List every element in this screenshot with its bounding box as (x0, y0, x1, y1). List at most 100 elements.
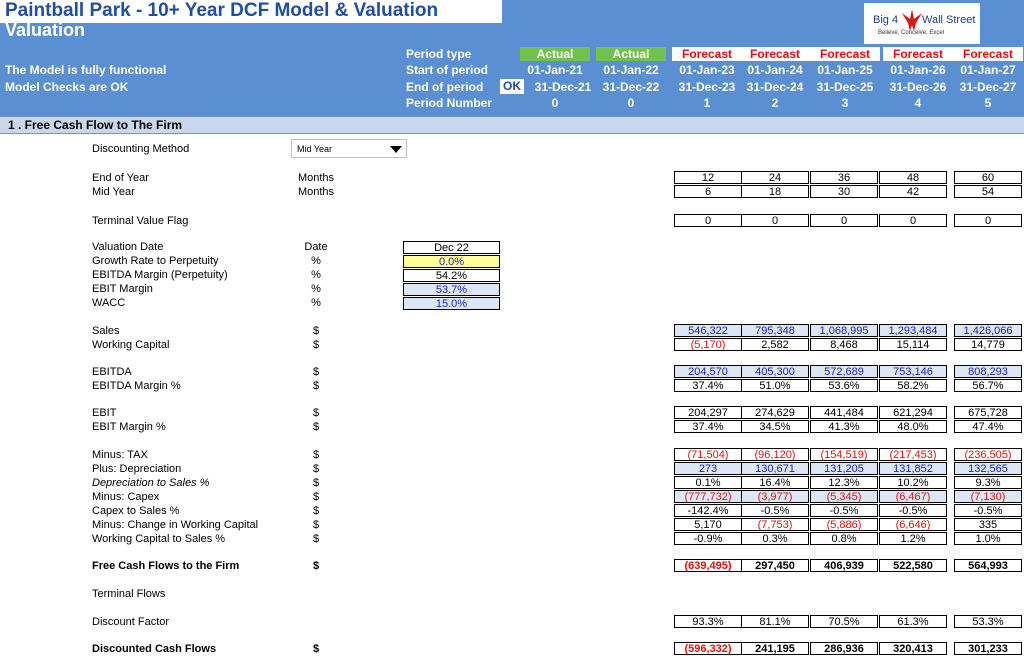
grid-cell[interactable]: 241,195 (741, 642, 809, 655)
grid-cell[interactable]: 41.3% (810, 420, 878, 433)
grid-cell[interactable]: 406,939 (810, 559, 878, 572)
grid-cell[interactable]: 53.6% (810, 379, 878, 392)
grid-cell[interactable]: 1.2% (879, 532, 947, 545)
grid-cell[interactable]: 10.2% (879, 476, 947, 489)
grid-cell[interactable]: 204,297 (674, 406, 742, 419)
grid-cell[interactable]: (217,453) (879, 448, 947, 461)
grid-cell[interactable]: 58.2% (879, 379, 947, 392)
grid-cell[interactable]: 130,671 (741, 462, 809, 475)
grid-cell[interactable]: 30 (810, 185, 878, 198)
grid-cell[interactable]: 753,146 (879, 365, 947, 378)
grid-cell[interactable]: 60 (954, 171, 1022, 184)
grid-cell[interactable]: 9.3% (954, 476, 1022, 489)
grid-cell[interactable]: 18 (741, 185, 809, 198)
grid-cell[interactable]: 24 (741, 171, 809, 184)
grid-cell[interactable]: (5,886) (810, 518, 878, 531)
grid-cell[interactable]: 286,936 (810, 642, 878, 655)
grid-cell[interactable]: 1,426,066 (954, 324, 1022, 337)
grid-cell[interactable]: (596,332) (674, 642, 742, 655)
grid-cell[interactable]: -0.5% (879, 504, 947, 517)
grid-cell[interactable]: 14,779 (954, 338, 1022, 351)
grid-cell[interactable]: 61.3% (879, 615, 947, 628)
grid-cell[interactable]: -0.9% (674, 532, 742, 545)
grid-cell[interactable]: (6,646) (879, 518, 947, 531)
grid-cell[interactable]: 0 (741, 214, 809, 227)
grid-cell[interactable]: 37.4% (674, 420, 742, 433)
grid-cell[interactable]: (236,505) (954, 448, 1022, 461)
chevron-down-icon[interactable] (390, 146, 402, 153)
grid-cell[interactable]: 1,293,484 (879, 324, 947, 337)
grid-cell[interactable]: 621,294 (879, 406, 947, 419)
grid-cell[interactable]: 56.7% (954, 379, 1022, 392)
grid-cell[interactable]: 131,852 (879, 462, 947, 475)
grid-cell[interactable]: (7,130) (954, 490, 1022, 503)
grid-cell[interactable]: 54 (954, 185, 1022, 198)
grid-cell[interactable]: 48 (879, 171, 947, 184)
grid-cell[interactable]: 81.1% (741, 615, 809, 628)
discounting-method-dropdown[interactable]: Mid Year (291, 139, 407, 158)
grid-cell[interactable]: 1,068,995 (810, 324, 878, 337)
grid-cell[interactable]: (6,467) (879, 490, 947, 503)
grid-cell[interactable]: 0.3% (741, 532, 809, 545)
grid-cell[interactable]: 297,450 (741, 559, 809, 572)
grid-cell[interactable]: 572,689 (810, 365, 878, 378)
grid-cell[interactable]: 132,565 (954, 462, 1022, 475)
grid-cell[interactable]: 795,348 (741, 324, 809, 337)
grid-cell[interactable]: 0 (674, 214, 742, 227)
grid-cell[interactable]: 441,484 (810, 406, 878, 419)
grid-cell[interactable]: -0.5% (810, 504, 878, 517)
grid-cell[interactable]: 522,580 (879, 559, 947, 572)
grid-cell[interactable]: (96,120) (741, 448, 809, 461)
grid-cell[interactable]: 5,170 (674, 518, 742, 531)
grid-cell[interactable]: 675,728 (954, 406, 1022, 419)
grid-cell[interactable]: 2,582 (741, 338, 809, 351)
grid-cell[interactable]: 70.5% (810, 615, 878, 628)
grid-cell[interactable]: (7,753) (741, 518, 809, 531)
grid-cell[interactable]: 405,300 (741, 365, 809, 378)
grid-cell[interactable]: 15,114 (879, 338, 947, 351)
grid-cell[interactable]: (154,519) (810, 448, 878, 461)
grid-cell[interactable]: 34.5% (741, 420, 809, 433)
grid-cell[interactable]: (5,170) (674, 338, 742, 351)
grid-cell[interactable]: 564,993 (954, 559, 1022, 572)
grid-cell[interactable]: 273 (674, 462, 742, 475)
grid-cell[interactable]: 301,233 (954, 642, 1022, 655)
grid-cell[interactable]: 131,205 (810, 462, 878, 475)
grid-cell[interactable]: -142.4% (674, 504, 742, 517)
grid-cell[interactable]: (5,345) (810, 490, 878, 503)
grid-cell[interactable]: (71,504) (674, 448, 742, 461)
ebit-margin-value[interactable]: 53.7% (403, 283, 500, 296)
grid-cell[interactable]: 12.3% (810, 476, 878, 489)
grid-cell[interactable]: 53.3% (954, 615, 1022, 628)
grid-cell[interactable]: 1.0% (954, 532, 1022, 545)
valuation-date-input[interactable]: Dec 22 (403, 241, 500, 254)
grid-cell[interactable]: 0.1% (674, 476, 742, 489)
grid-cell[interactable]: 0 (954, 214, 1022, 227)
grid-cell[interactable]: 47.4% (954, 420, 1022, 433)
grid-cell[interactable]: 51.0% (741, 379, 809, 392)
growth-rate-input[interactable]: 0.0% (403, 255, 500, 268)
grid-cell[interactable]: 42 (879, 185, 947, 198)
grid-cell[interactable]: 320,413 (879, 642, 947, 655)
grid-cell[interactable]: 16.4% (741, 476, 809, 489)
grid-cell[interactable]: 204,570 (674, 365, 742, 378)
grid-cell[interactable]: 335 (954, 518, 1022, 531)
grid-cell[interactable]: 0.8% (810, 532, 878, 545)
grid-cell[interactable]: 48.0% (879, 420, 947, 433)
grid-cell[interactable]: (777,732) (674, 490, 742, 503)
grid-cell[interactable]: 6 (674, 185, 742, 198)
grid-cell[interactable]: (3,977) (741, 490, 809, 503)
grid-cell[interactable]: 93.3% (674, 615, 742, 628)
grid-cell[interactable]: 0 (879, 214, 947, 227)
grid-cell[interactable]: -0.5% (954, 504, 1022, 517)
grid-cell[interactable]: 12 (674, 171, 742, 184)
wacc-value[interactable]: 15.0% (403, 297, 500, 310)
grid-cell[interactable]: 8,468 (810, 338, 878, 351)
grid-cell[interactable]: 0 (810, 214, 878, 227)
grid-cell[interactable]: 36 (810, 171, 878, 184)
grid-cell[interactable]: 37.4% (674, 379, 742, 392)
grid-cell[interactable]: 808,293 (954, 365, 1022, 378)
grid-cell[interactable]: 546,322 (674, 324, 742, 337)
grid-cell[interactable]: -0.5% (741, 504, 809, 517)
ebitda-perpetuity-value[interactable]: 54.2% (403, 269, 500, 282)
